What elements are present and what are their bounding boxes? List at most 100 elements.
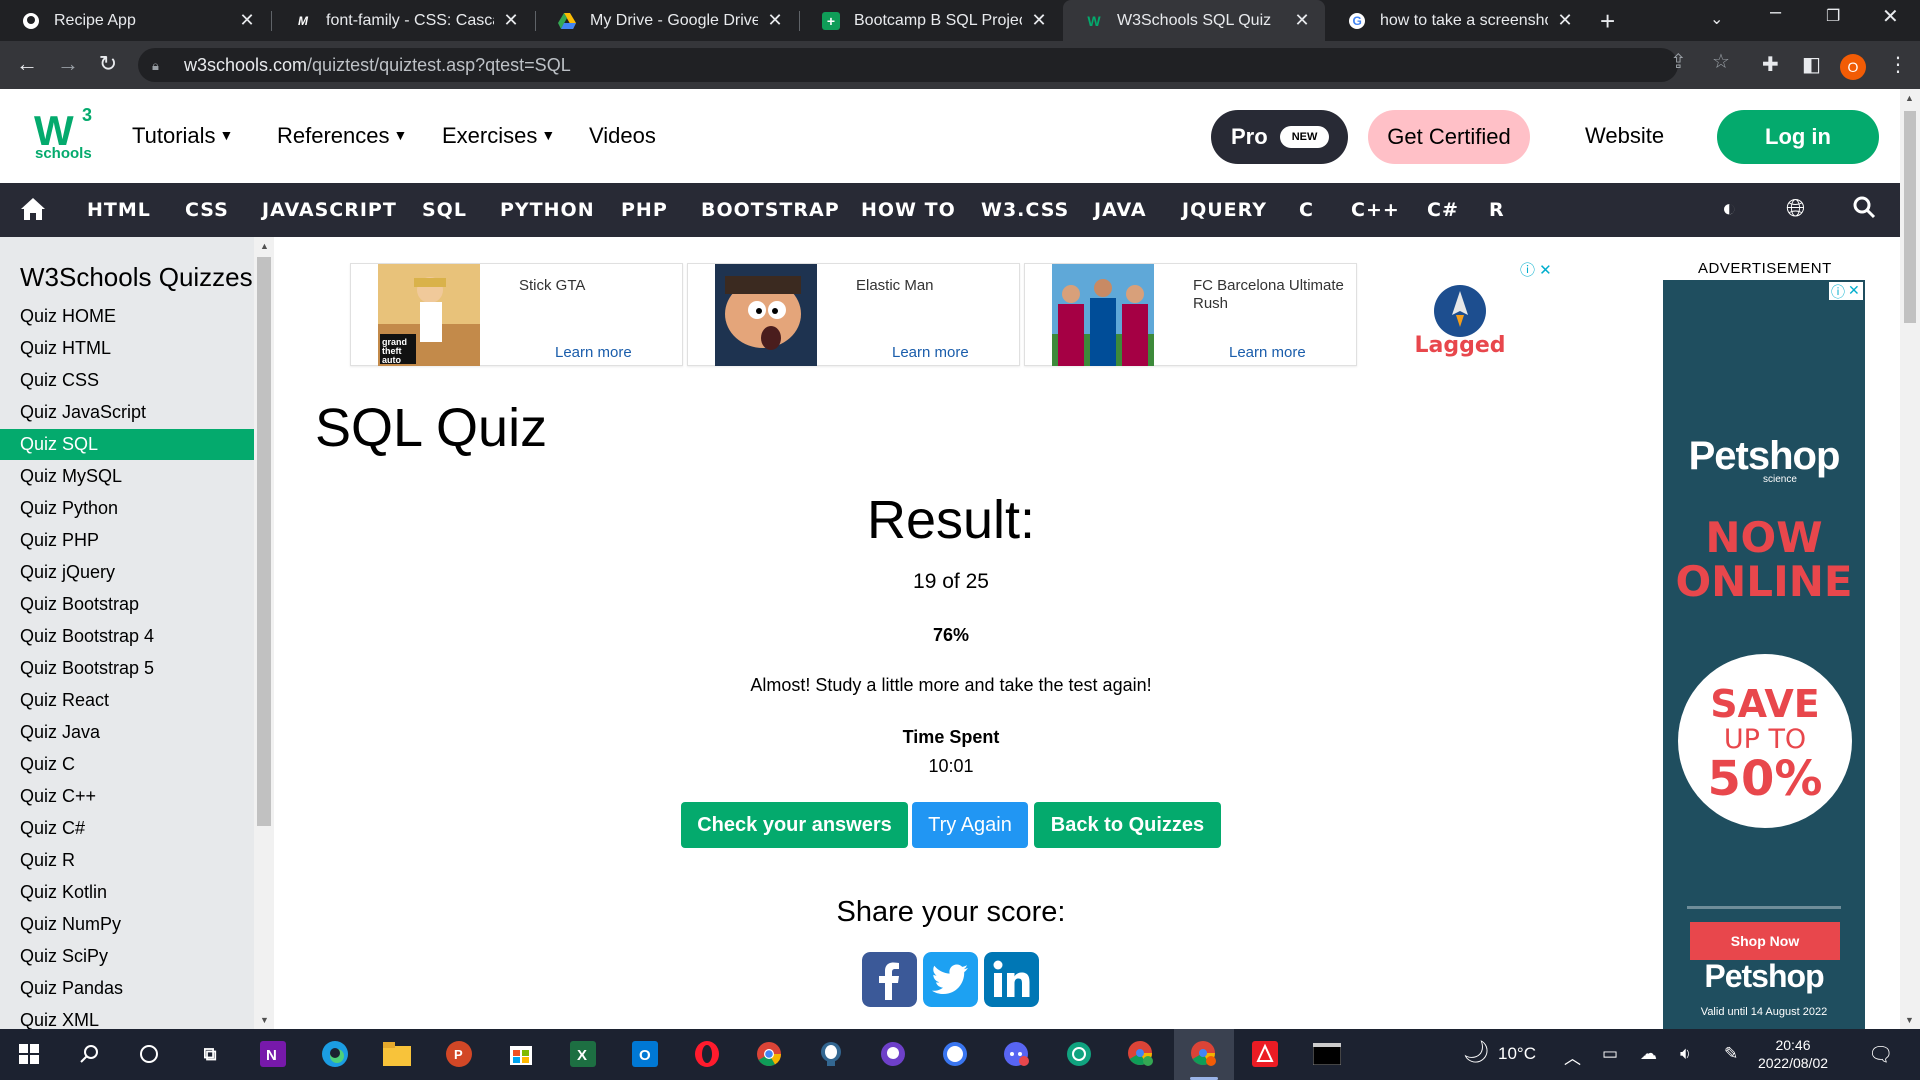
adchoices-icon[interactable]: ⓘ ✕: [1520, 259, 1552, 280]
minimize-icon[interactable]: –: [1770, 1, 1781, 24]
chatgpt-icon[interactable]: [1062, 1037, 1096, 1071]
sidebar-item-quiz-php[interactable]: Quiz PHP: [0, 525, 254, 556]
opera-icon[interactable]: [690, 1037, 724, 1071]
learn-more-link[interactable]: Learn more: [1229, 344, 1306, 361]
tab-google-drive[interactable]: My Drive - Google Drive ✕: [536, 0, 798, 41]
try-again-button[interactable]: Try Again: [912, 802, 1028, 848]
onenote-icon[interactable]: N: [256, 1037, 290, 1071]
sidebar-item-quiz-pandas[interactable]: Quiz Pandas: [0, 973, 254, 1004]
facebook-icon[interactable]: [862, 952, 917, 1007]
tab-bootcamp-sheets[interactable]: + Bootcamp B SQL Projects - ✕: [800, 0, 1062, 41]
nav-w3css[interactable]: W3.CSS: [981, 199, 1069, 221]
close-icon[interactable]: ✕: [238, 10, 256, 31]
sidebar-item-quiz-html[interactable]: Quiz HTML: [0, 333, 254, 364]
window-close-icon[interactable]: ✕: [1882, 4, 1899, 29]
learn-more-link[interactable]: Learn more: [555, 344, 632, 361]
side-panel-icon[interactable]: ◧: [1802, 52, 1821, 77]
globe-icon[interactable]: 🌐︎: [1786, 195, 1805, 223]
browser-menu-icon[interactable]: ⋮: [1888, 52, 1908, 77]
close-icon[interactable]: ✕: [766, 10, 784, 31]
search-icon[interactable]: [1852, 195, 1876, 226]
notifications-icon[interactable]: 🗨︎: [1868, 1042, 1893, 1067]
back-arrow-icon[interactable]: ←: [13, 51, 41, 77]
tab-search-chevron-icon[interactable]: ⌄: [1710, 9, 1723, 29]
chrome-active-icon[interactable]: [1187, 1037, 1221, 1071]
nav-bootstrap[interactable]: BOOTSTRAP: [701, 199, 840, 221]
task-view-icon[interactable]: ⧉: [193, 1037, 227, 1071]
menu-exercises[interactable]: Exercises ▼: [442, 123, 555, 149]
sidebar-item-quiz-scipy[interactable]: Quiz SciPy: [0, 941, 254, 972]
nav-c[interactable]: C: [1299, 199, 1314, 221]
shop-now-button[interactable]: Shop Now: [1690, 922, 1840, 960]
search-icon[interactable]: [72, 1037, 106, 1071]
close-icon[interactable]: ✕: [1030, 10, 1048, 31]
volume-icon[interactable]: 🔉︎: [1680, 1044, 1691, 1064]
reload-icon[interactable]: ↻: [94, 51, 122, 77]
ad-close-icon[interactable]: ⓘ ✕: [1829, 282, 1863, 300]
ad-card[interactable]: Elastic Man Learn more: [687, 263, 1020, 366]
linkedin-icon[interactable]: [984, 952, 1039, 1007]
url-input[interactable]: 🔒︎ w3schools.com/quiztest/quiztest.asp?q…: [138, 48, 1678, 82]
tab-recipe-app[interactable]: Recipe App ✕: [0, 0, 270, 41]
back-to-quizzes-button[interactable]: Back to Quizzes: [1034, 802, 1221, 848]
share-icon[interactable]: ⇪: [1670, 49, 1687, 74]
close-icon[interactable]: ✕: [1293, 10, 1311, 31]
nav-cpp[interactable]: C++: [1351, 199, 1400, 221]
website-link[interactable]: Website: [1585, 123, 1664, 149]
lagged-logo[interactable]: Lagged: [1412, 275, 1508, 358]
weather-moon-icon[interactable]: 🌙︎: [1462, 1039, 1490, 1065]
nav-r[interactable]: R: [1489, 199, 1505, 221]
menu-videos[interactable]: Videos: [589, 123, 656, 149]
acrobat-icon[interactable]: [1248, 1037, 1282, 1071]
file-explorer-icon[interactable]: [380, 1037, 414, 1071]
nav-sql[interactable]: SQL: [422, 199, 467, 221]
powerpoint-icon[interactable]: P: [442, 1037, 476, 1071]
excel-icon[interactable]: X: [566, 1037, 600, 1071]
discord-icon[interactable]: [1000, 1037, 1034, 1071]
tab-google-search[interactable]: G how to take a screenshot o ✕: [1326, 0, 1588, 41]
learn-more-link[interactable]: Learn more: [892, 344, 969, 361]
close-icon[interactable]: ✕: [502, 10, 520, 31]
sidebar-item-quiz-python[interactable]: Quiz Python: [0, 493, 254, 524]
chrome-profile-icon[interactable]: [1124, 1037, 1158, 1071]
nav-python[interactable]: PYTHON: [500, 199, 595, 221]
chrome-icon[interactable]: [752, 1037, 786, 1071]
forward-arrow-icon[interactable]: →: [54, 51, 82, 77]
sidebar-item-quiz-bootstrap-4[interactable]: Quiz Bootstrap 4: [0, 621, 254, 652]
menu-tutorials[interactable]: Tutorials ▼: [132, 123, 233, 149]
nav-how-to[interactable]: HOW TO: [861, 199, 956, 221]
login-button[interactable]: Log in: [1717, 110, 1879, 164]
scroll-up-icon[interactable]: ▲: [1905, 93, 1914, 103]
sidebar-item-quiz-bootstrap[interactable]: Quiz Bootstrap: [0, 589, 254, 620]
sidebar-item-quiz-java[interactable]: Quiz Java: [0, 717, 254, 748]
weather-temp[interactable]: 10°C: [1498, 1044, 1536, 1064]
close-icon[interactable]: ✕: [1556, 10, 1574, 31]
nav-java[interactable]: JAVA: [1094, 199, 1147, 221]
tab-w3schools-sql-quiz[interactable]: W W3Schools SQL Quiz ✕: [1063, 0, 1325, 41]
nav-javascript[interactable]: JAVASCRIPT: [262, 199, 397, 221]
outlook-icon[interactable]: O: [628, 1037, 662, 1071]
github-desktop-icon[interactable]: [876, 1037, 910, 1071]
petshop-ad[interactable]: ⓘ ✕ Petshop science NOW ONLINE SAVE UP T…: [1663, 280, 1865, 1029]
w3schools-logo[interactable]: W 3 schools: [34, 105, 94, 165]
tray-chevron-up-icon[interactable]: ︿: [1564, 1044, 1581, 1069]
scroll-up-icon[interactable]: ▲: [260, 241, 269, 251]
cortana-icon[interactable]: [132, 1037, 166, 1071]
sidebar-item-quiz-javascript[interactable]: Quiz JavaScript: [0, 397, 254, 428]
sidebar-item-quiz-mysql[interactable]: Quiz MySQL: [0, 461, 254, 492]
sidebar-item-quiz-c[interactable]: Quiz C: [0, 749, 254, 780]
sidebar-item-quiz-css[interactable]: Quiz CSS: [0, 365, 254, 396]
sidebar-item-quiz-r[interactable]: Quiz R: [0, 845, 254, 876]
page-scrollbar[interactable]: ▲ ▼: [1900, 89, 1920, 1029]
scroll-down-icon[interactable]: ▼: [260, 1015, 269, 1025]
nav-html[interactable]: HTML: [87, 199, 151, 221]
sidebar-item-quiz-home[interactable]: Quiz HOME: [0, 301, 254, 332]
sidebar-item-quiz-react[interactable]: Quiz React: [0, 685, 254, 716]
edge-icon[interactable]: [318, 1037, 352, 1071]
sidebar-item-quiz-numpy[interactable]: Quiz NumPy: [0, 909, 254, 940]
sidebar-item-quiz-jquery[interactable]: Quiz jQuery: [0, 557, 254, 588]
taskbar-clock[interactable]: 20:46 2022/08/02: [1748, 1036, 1838, 1072]
restore-icon[interactable]: ❐: [1826, 6, 1840, 26]
sidebar-scrollbar[interactable]: ▲ ▼: [254, 237, 274, 1029]
sidebar-item-quiz-bootstrap-5[interactable]: Quiz Bootstrap 5: [0, 653, 254, 684]
